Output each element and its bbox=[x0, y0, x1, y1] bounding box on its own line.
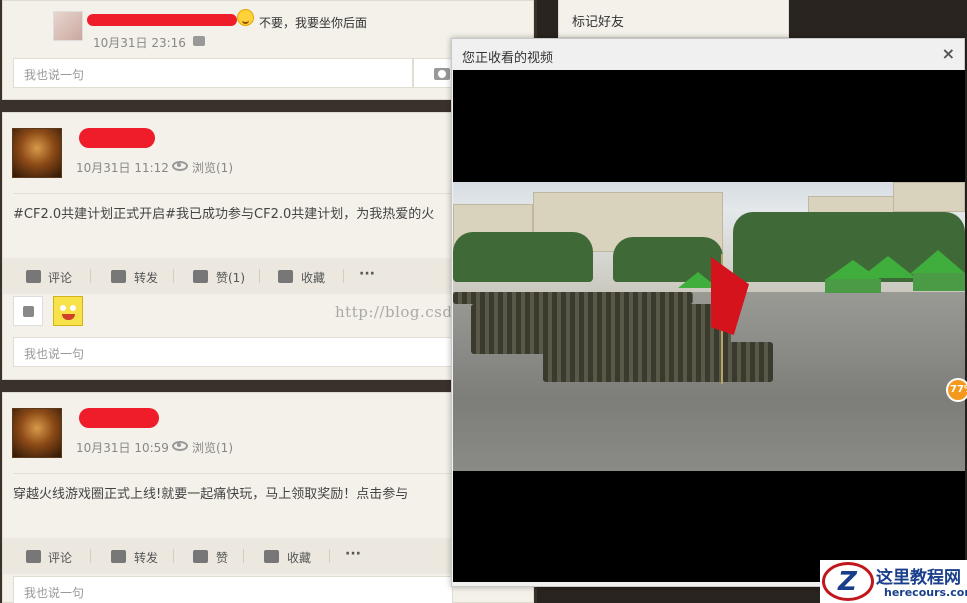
logo-mark-letter: Z bbox=[838, 567, 857, 597]
post-text: 穿越火线游戏圈正式上线!就要一起痛快玩，马上领取奖励！点击参与 bbox=[13, 487, 409, 502]
post-avatar[interactable] bbox=[12, 128, 62, 178]
divider bbox=[13, 193, 453, 194]
star-icon bbox=[264, 550, 279, 563]
post-time: 10月31日 10:59 bbox=[76, 441, 169, 455]
comment-button[interactable]: 评论 bbox=[48, 269, 72, 286]
logo-text-en: herecours.com bbox=[884, 586, 967, 599]
post-author-name-redacted bbox=[79, 408, 159, 428]
more-button[interactable]: ··· bbox=[359, 266, 375, 282]
more-button[interactable]: ··· bbox=[345, 546, 361, 562]
liker-avatar[interactable] bbox=[53, 296, 83, 326]
logo-mark: Z bbox=[822, 562, 874, 601]
post-text: #CF2.0共建计划正式开启#我已成功参与CF2.0共建计划，为我热爱的火 bbox=[13, 207, 435, 222]
divider bbox=[259, 269, 260, 283]
progress-badge[interactable]: 77% bbox=[946, 378, 967, 402]
post-views: 浏览(1) bbox=[192, 441, 233, 455]
divider bbox=[90, 549, 91, 563]
comment-icon bbox=[26, 550, 41, 563]
comment-input-placeholder: 我也说一句 bbox=[24, 586, 85, 600]
star-icon bbox=[278, 270, 293, 283]
comment-input[interactable]: 我也说一句 bbox=[13, 576, 453, 603]
marching-troops bbox=[453, 292, 693, 304]
divider bbox=[90, 269, 91, 283]
video-popup: 您正收看的视频 × bbox=[451, 38, 965, 587]
post-author-name-redacted bbox=[79, 128, 155, 148]
thumbs-up-icon bbox=[193, 550, 208, 563]
divider bbox=[329, 549, 330, 563]
video-frame bbox=[453, 182, 965, 471]
commenter-avatar[interactable] bbox=[53, 11, 83, 41]
reply-icon[interactable] bbox=[193, 36, 205, 46]
comment-input-placeholder: 我也说一句 bbox=[24, 68, 85, 82]
trees bbox=[613, 237, 723, 282]
camera-icon bbox=[434, 68, 450, 80]
divider bbox=[173, 269, 174, 283]
comment-time: 10月31日 23:16 bbox=[93, 36, 186, 50]
comment-button[interactable]: 评论 bbox=[48, 549, 72, 566]
post-avatar[interactable] bbox=[12, 408, 62, 458]
tent bbox=[913, 273, 965, 291]
like-button[interactable]: 赞 bbox=[216, 549, 228, 566]
commenter-name-redacted bbox=[87, 14, 237, 26]
comment-icon bbox=[26, 270, 41, 283]
thumbs-up-icon bbox=[193, 270, 208, 283]
smiley-emoji-icon bbox=[237, 9, 254, 26]
comment-input-placeholder: 我也说一句 bbox=[24, 347, 85, 361]
eye-icon bbox=[172, 161, 188, 171]
comment-input[interactable]: 我也说一句 bbox=[13, 58, 413, 88]
divider bbox=[243, 549, 244, 563]
forward-icon bbox=[111, 550, 126, 563]
building bbox=[893, 182, 965, 212]
video-player[interactable] bbox=[453, 70, 965, 582]
mark-friends-panel: 标记好友 bbox=[558, 0, 789, 38]
post-views: 浏览(1) bbox=[192, 161, 233, 175]
forward-button[interactable]: 转发 bbox=[134, 269, 158, 286]
forward-button[interactable]: 转发 bbox=[134, 549, 158, 566]
comment-text: 不要，我要坐你后面 bbox=[259, 16, 368, 30]
eye-icon bbox=[172, 441, 188, 451]
forward-icon bbox=[111, 270, 126, 283]
logo-text-cn: 这里教程网 bbox=[876, 568, 961, 588]
camera-button[interactable] bbox=[413, 58, 453, 88]
close-icon[interactable]: × bbox=[942, 44, 955, 63]
marching-troops bbox=[543, 342, 773, 382]
mark-friends-title: 标记好友 bbox=[572, 15, 625, 30]
like-button[interactable]: 赞(1) bbox=[216, 269, 245, 286]
site-logo[interactable]: Z 这里教程网 herecours.com bbox=[820, 560, 967, 603]
divider bbox=[13, 473, 453, 474]
comment-input[interactable]: 我也说一句 bbox=[13, 337, 453, 367]
post-time: 10月31日 11:12 bbox=[76, 161, 169, 175]
divider bbox=[173, 549, 174, 563]
trees bbox=[453, 232, 593, 282]
popup-title: 您正收看的视频 bbox=[462, 51, 554, 66]
tent bbox=[825, 279, 881, 293]
collect-button[interactable]: 收藏 bbox=[301, 269, 325, 286]
divider bbox=[343, 269, 344, 283]
liked-users-icon[interactable] bbox=[13, 296, 43, 326]
collect-button[interactable]: 收藏 bbox=[287, 549, 311, 566]
